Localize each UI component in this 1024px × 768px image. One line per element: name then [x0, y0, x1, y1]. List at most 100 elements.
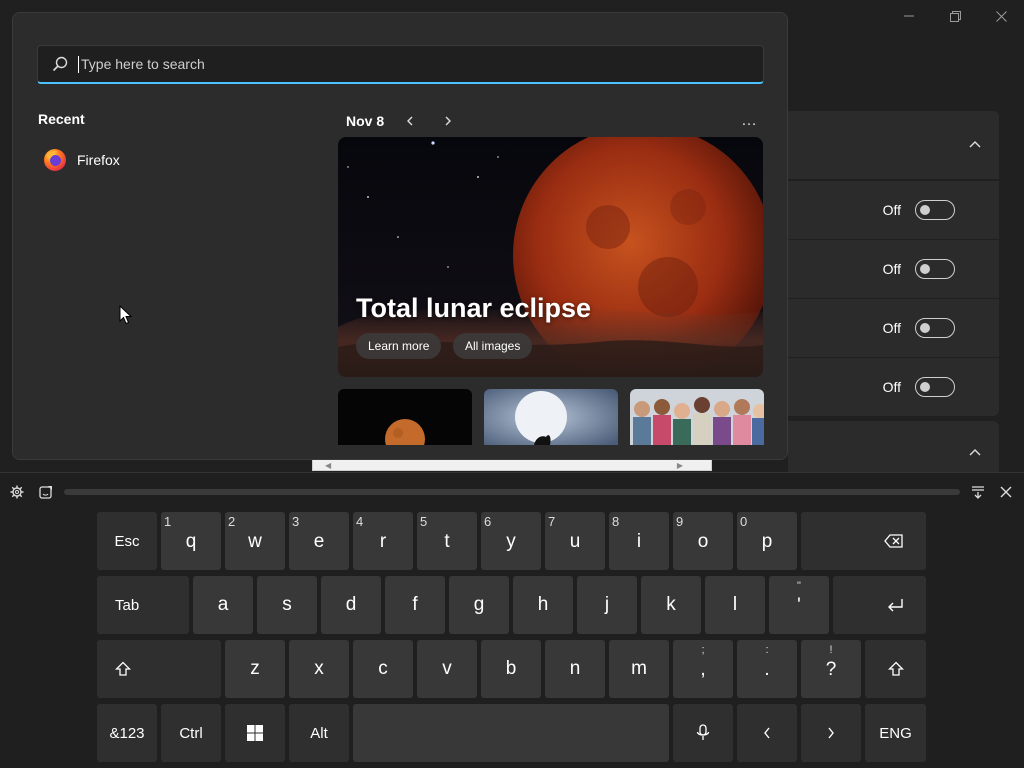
key-l[interactable]: l [705, 576, 765, 634]
recent-item-label: Firefox [77, 152, 120, 168]
chevron-up-icon [969, 141, 981, 148]
key-i[interactable]: 8i [609, 512, 669, 570]
mouse-cursor-icon [119, 305, 132, 325]
key-h[interactable]: h [513, 576, 573, 634]
key-shift-left[interactable] [97, 640, 221, 698]
key-label: Alt [310, 724, 328, 742]
all-images-button[interactable]: All images [453, 333, 533, 359]
key-arrow-right[interactable] [801, 704, 861, 762]
key-label: &123 [109, 724, 145, 742]
key-label: j [604, 594, 610, 615]
horizontal-scrollbar[interactable]: ◀ ▶ [312, 459, 712, 471]
key-microphone[interactable] [673, 704, 733, 762]
key-label: q [185, 531, 197, 552]
shift-icon [887, 661, 904, 676]
settings-toggle-row: Off [788, 358, 999, 416]
key-label: . [764, 659, 770, 680]
key-d[interactable]: d [321, 576, 381, 634]
key-m[interactable]: m [609, 640, 669, 698]
thumbnail-image[interactable] [630, 389, 764, 445]
key-e[interactable]: 3e [289, 512, 349, 570]
scroll-left-icon: ◀ [325, 461, 332, 470]
settings-section-header[interactable] [788, 111, 999, 179]
close-button[interactable] [978, 0, 1024, 32]
key-z[interactable]: z [225, 640, 285, 698]
key-label: Tab [115, 596, 140, 614]
dock-keyboard-button[interactable] [969, 483, 987, 501]
recent-item-firefox[interactable]: Firefox [43, 145, 243, 175]
toggle-switch[interactable] [915, 259, 955, 279]
key-q[interactable]: 1q [161, 512, 221, 570]
toggle-switch[interactable] [915, 200, 955, 220]
thumbnail-image[interactable] [484, 389, 618, 445]
key-k[interactable]: k [641, 576, 701, 634]
key-f[interactable]: f [385, 576, 445, 634]
key-s[interactable]: s [257, 576, 317, 634]
key-windows[interactable] [225, 704, 285, 762]
key-t[interactable]: 5t [417, 512, 477, 570]
key-language[interactable]: ENG [865, 704, 926, 762]
close-keyboard-button[interactable] [997, 483, 1015, 501]
key-period[interactable]: :. [737, 640, 797, 698]
key-ctrl[interactable]: Ctrl [161, 704, 221, 762]
key-label: i [636, 531, 642, 552]
toggle-state-label: Off [882, 261, 901, 277]
key-tab[interactable]: Tab [97, 576, 189, 634]
key-g[interactable]: g [449, 576, 509, 634]
key-number: 1 [164, 514, 172, 529]
key-question[interactable]: !? [801, 640, 861, 698]
settings-section-header[interactable] [788, 421, 999, 472]
toggle-state-label: Off [882, 320, 901, 336]
key-label: y [506, 531, 516, 552]
close-icon [995, 10, 1007, 22]
key-arrow-left[interactable] [737, 704, 797, 762]
previous-day-button[interactable] [398, 109, 422, 133]
close-icon [1000, 486, 1012, 498]
key-a[interactable]: a [193, 576, 253, 634]
key-label: w [248, 531, 262, 552]
key-alt[interactable]: Alt [289, 704, 349, 762]
key-n[interactable]: n [545, 640, 605, 698]
key-esc[interactable]: Esc [97, 512, 157, 570]
minimize-button[interactable] [886, 0, 932, 32]
key-x[interactable]: x [289, 640, 349, 698]
thumbnail-image[interactable] [338, 389, 472, 445]
key-b[interactable]: b [481, 640, 541, 698]
keyboard-toolbar [0, 473, 1024, 509]
restore-button[interactable] [932, 0, 978, 32]
search-icon [52, 56, 68, 72]
key-o[interactable]: 9o [673, 512, 733, 570]
keyboard-drag-handle[interactable] [64, 489, 960, 495]
learn-more-button[interactable]: Learn more [356, 333, 442, 359]
next-day-button[interactable] [436, 109, 460, 133]
toggle-switch[interactable] [915, 318, 955, 338]
key-j[interactable]: j [577, 576, 637, 634]
key-r[interactable]: 4r [353, 512, 413, 570]
orange-moon-image [338, 389, 472, 445]
key-c[interactable]: c [353, 640, 413, 698]
key-label: d [345, 594, 357, 615]
key-number: 3 [292, 514, 300, 529]
key-y[interactable]: 6y [481, 512, 541, 570]
search-box[interactable] [37, 45, 764, 84]
toggle-state-label: Off [882, 202, 901, 218]
key-label: s [282, 594, 292, 615]
key-apostrophe[interactable]: " ' [769, 576, 829, 634]
key-comma[interactable]: ;, [673, 640, 733, 698]
search-input[interactable] [81, 56, 721, 72]
key-enter[interactable] [833, 576, 926, 634]
key-shift-right[interactable] [865, 640, 926, 698]
key-space[interactable] [353, 704, 669, 762]
key-backspace[interactable] [801, 512, 926, 570]
key-symbols[interactable]: &123 [97, 704, 157, 762]
spotlight-hero-card[interactable]: Total lunar eclipse Learn more All image… [338, 137, 763, 377]
more-options-button[interactable]: … [741, 112, 758, 130]
emoji-panel-button[interactable] [37, 483, 55, 501]
toggle-switch[interactable] [915, 377, 955, 397]
key-u[interactable]: 7u [545, 512, 605, 570]
key-p[interactable]: 0p [737, 512, 797, 570]
settings-toggle-row: Off [788, 299, 999, 357]
key-w[interactable]: 2w [225, 512, 285, 570]
keyboard-settings-button[interactable] [8, 483, 26, 501]
key-v[interactable]: v [417, 640, 477, 698]
